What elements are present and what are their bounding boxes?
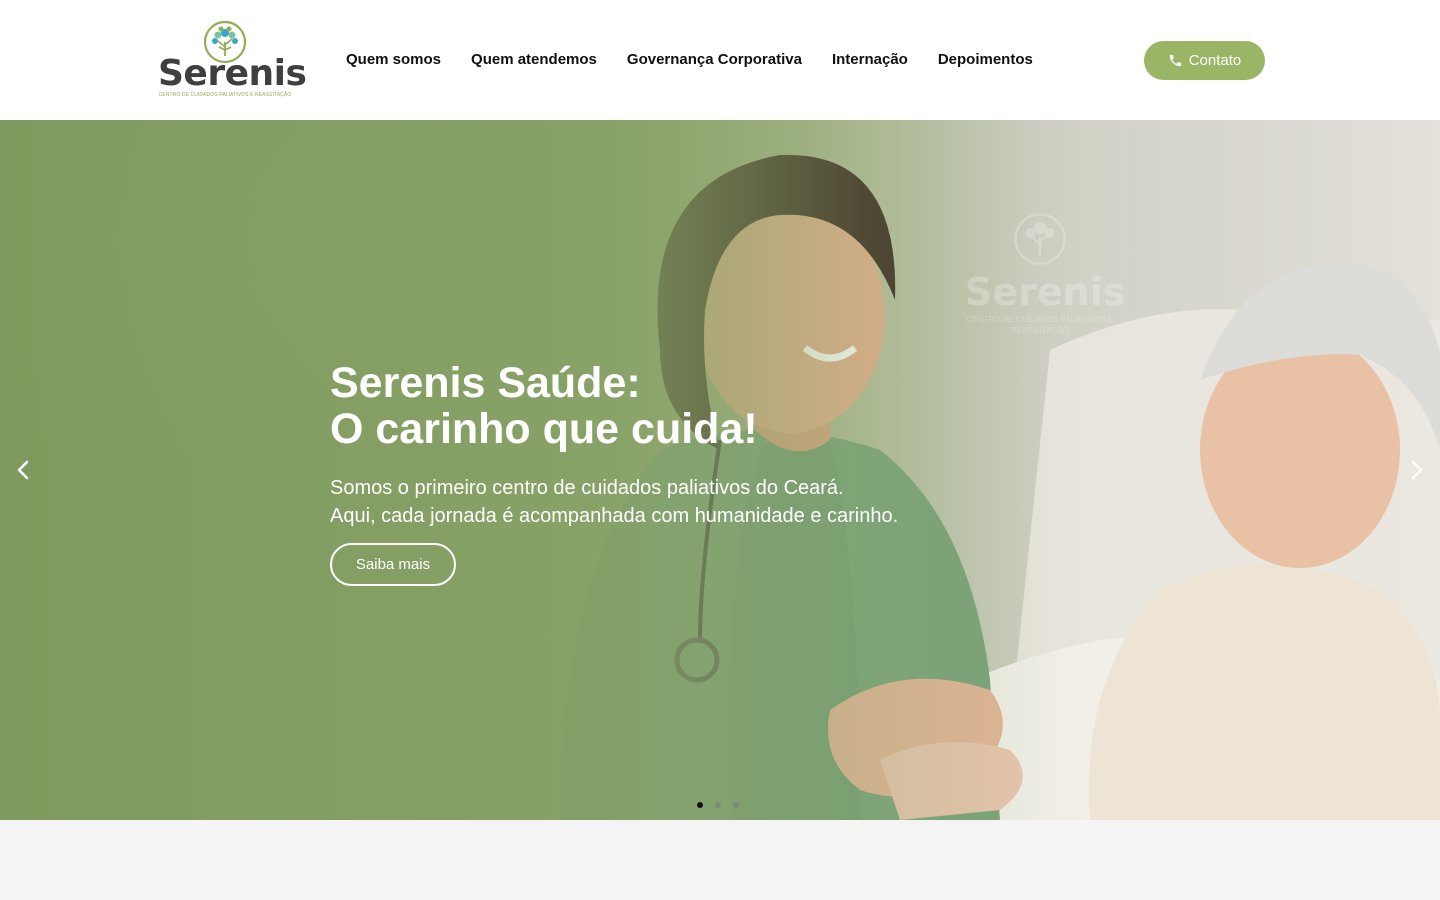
carousel-prev-button[interactable]	[11, 455, 35, 485]
hero-subtitle-line-2: Aqui, cada jornada é acompanhada com hum…	[330, 505, 899, 527]
hero-content: Serenis Saúde: O carinho que cuida! Somo…	[330, 360, 898, 586]
hero-subtitle-line-1: Somos o primeiro centro de cuidados pali…	[330, 477, 844, 499]
chevron-left-icon	[17, 460, 29, 480]
hero-watermark-logo: Serenis CENTRO DE CUIDADOS PALIATIVOS E …	[965, 212, 1126, 336]
chevron-right-icon	[1411, 460, 1423, 480]
nav-item-quem-atendemos[interactable]: Quem atendemos	[471, 50, 597, 70]
hero-title: Serenis Saúde: O carinho que cuida!	[330, 360, 898, 452]
logo-wordmark: Serenis	[158, 53, 307, 94]
main-nav: Quem somos Quem atendemos Governança Cor…	[346, 50, 1033, 70]
carousel-dot-1[interactable]	[697, 802, 703, 808]
watermark-tagline: CENTRO DE CUIDADOS PALIATIVOS E REABILIT…	[966, 315, 1114, 335]
hero-carousel: Serenis CENTRO DE CUIDADOS PALIATIVOS E …	[0, 120, 1440, 820]
carousel-dot-3[interactable]	[733, 802, 739, 808]
logo-tagline: CENTRO DE CUIDADOS PALIATIVOS E REASSITA…	[158, 92, 292, 98]
contact-button-label: Contato	[1188, 52, 1242, 69]
contact-button[interactable]: Contato	[1144, 41, 1265, 80]
nav-item-quem-somos[interactable]: Quem somos	[346, 50, 441, 70]
saiba-mais-button[interactable]: Saiba mais	[330, 543, 456, 586]
carousel-pagination	[697, 802, 739, 808]
nav-item-depoimentos[interactable]: Depoimentos	[938, 50, 1033, 70]
carousel-dot-2[interactable]	[715, 802, 721, 808]
hero-title-line-2: O carinho que cuida!	[330, 405, 758, 453]
tree-icon	[1014, 213, 1066, 265]
carousel-next-button[interactable]	[1405, 455, 1429, 485]
watermark-wordmark: Serenis	[965, 270, 1126, 314]
serenis-logo[interactable]: Serenis CENTRO DE CUIDADOS PALIATIVOS E …	[158, 20, 307, 100]
nav-item-governanca-corporativa[interactable]: Governança Corporativa	[627, 50, 802, 70]
next-section	[0, 820, 1440, 900]
nav-item-internacao[interactable]: Internação	[832, 50, 908, 70]
hero-title-line-1: Serenis Saúde:	[330, 359, 641, 407]
phone-icon	[1169, 54, 1181, 67]
site-header: Serenis CENTRO DE CUIDADOS PALIATIVOS E …	[0, 0, 1440, 120]
hero-subtitle: Somos o primeiro centro de cuidados pali…	[330, 474, 898, 530]
